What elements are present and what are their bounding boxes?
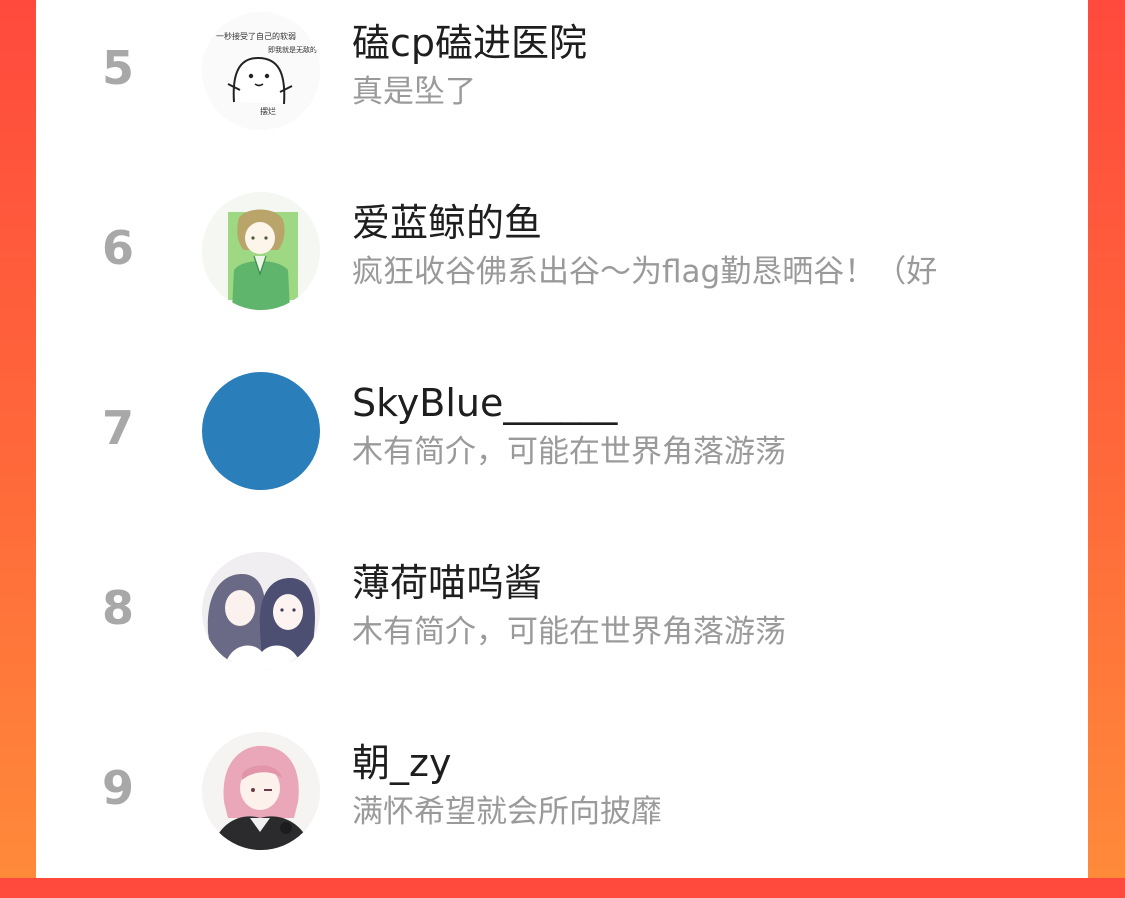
avatar-meme-text: 一秒接受了自己的软弱 [216, 31, 296, 41]
user-name[interactable]: SkyBlue______ [352, 378, 617, 428]
rank-number: 8 [101, 581, 134, 635]
user-name[interactable]: 爱蓝鲸的鱼 [352, 198, 542, 248]
meme-cat-avatar-icon[interactable]: 一秒接受了自己的软弱 即我就是无敌的 摆烂 [202, 12, 320, 130]
anime-pink-hair-avatar-icon[interactable] [202, 732, 320, 850]
two-anime-girls-avatar-icon[interactable] [202, 552, 320, 670]
user-bio: 木有简介，可能在世界角落游荡 [352, 434, 786, 470]
user-bio: 疯狂收谷佛系出谷～为flag勤恳晒谷！（好 [352, 254, 938, 290]
avatar-meme-text: 摆烂 [260, 106, 276, 116]
anime-boy-green-avatar-icon[interactable] [202, 192, 320, 310]
rank-number: 5 [101, 41, 134, 95]
user-bio: 真是坠了 [352, 74, 476, 110]
user-bio: 木有简介，可能在世界角落游荡 [352, 614, 786, 650]
user-bio: 满怀希望就会所向披靡 [352, 794, 662, 830]
rank-number: 6 [101, 221, 134, 275]
user-name[interactable]: 朝_zy [352, 738, 451, 788]
ranking-panel: 5 一秒接受了自己的软弱 即我就是无敌的 摆烂 磕cp磕进医院 真是坠了 6 爱… [36, 0, 1088, 878]
ranking-row-6[interactable]: 6 爱蓝鲸的鱼 疯狂收谷佛系出谷～为flag勤恳晒谷！（好 [36, 180, 1088, 358]
solid-blue-avatar-icon[interactable] [202, 372, 320, 490]
ranking-row-8[interactable]: 8 薄荷喵呜酱 木有简介，可能在世界角落游荡 [36, 540, 1088, 718]
ranking-row-5[interactable]: 5 一秒接受了自己的软弱 即我就是无敌的 摆烂 磕cp磕进医院 真是坠了 [36, 0, 1088, 178]
rank-number: 9 [101, 761, 134, 815]
ranking-row-7[interactable]: 7 SkyBlue______ 木有简介，可能在世界角落游荡 [36, 360, 1088, 538]
avatar-meme-text: 即我就是无敌的 [268, 45, 317, 54]
rank-number: 7 [101, 401, 134, 455]
user-name[interactable]: 薄荷喵呜酱 [352, 558, 542, 608]
ranking-row-9[interactable]: 9 朝_zy 满怀希望就会所向披靡 [36, 720, 1088, 898]
user-name[interactable]: 磕cp磕进医院 [352, 18, 587, 68]
